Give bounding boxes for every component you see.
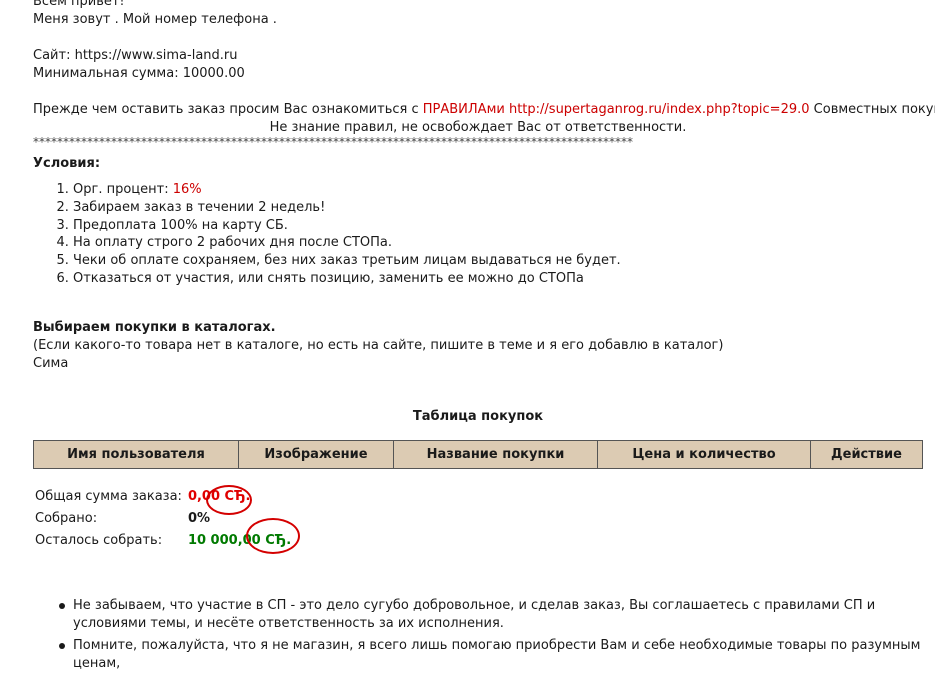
annotation-circle [206, 485, 252, 515]
post-content: Всем привет! Меня зовут . Мой номер теле… [33, 0, 935, 673]
order-total-label: Общая сумма заказа: [35, 489, 182, 505]
org-percent: 16% [172, 182, 202, 197]
note-item: Не забываем, что участие в СП - это дело… [59, 597, 923, 633]
greeting: Всем привет! [33, 0, 125, 9]
divider: ****************************************… [33, 137, 633, 147]
catalog-note: (Если какого-то товара нет в каталоге, н… [33, 337, 724, 353]
conditions-list: Орг. процент: 16% Забираем заказ в течен… [33, 181, 923, 288]
condition-item: Предоплата 100% на карту СБ. [73, 217, 923, 235]
col-username[interactable]: Имя пользователя [33, 439, 239, 469]
collected-label: Собрано: [35, 511, 98, 527]
condition-item: Чеки об оплате сохраняем, без них заказ … [73, 252, 923, 270]
col-price-qty[interactable]: Цена и количество [597, 439, 811, 469]
notes-list: Не забываем, что участие в СП - это дело… [33, 597, 923, 673]
table-header-row: Имя пользователя Изображение Название по… [33, 439, 923, 469]
table-title: Таблица покупок [412, 408, 544, 424]
condition-item: На оплату строго 2 рабочих дня после СТО… [73, 234, 923, 252]
min-sum: Минимальная сумма: 10000.00 [33, 66, 245, 81]
condition-item: Отказаться от участия, или снять позицию… [73, 270, 923, 288]
note-item: Помните, пожалуйста, что я не магазин, я… [59, 637, 923, 673]
rules-url-link[interactable]: http://supertaganrog.ru/index.php?topic=… [509, 102, 810, 117]
annotation-circle [246, 518, 300, 554]
rules-link[interactable]: ПРАВИЛАми [423, 102, 505, 117]
rules-prefix: Прежде чем оставить заказ просим Вас озн… [33, 102, 423, 117]
site-line: Сайт: https://www.sima-land.ru [33, 47, 923, 65]
remaining-label: Осталось собрать: [35, 533, 163, 549]
site-label: Сайт: [33, 48, 75, 63]
catalog-title: Выбираем покупки в каталогах. [33, 319, 276, 335]
name-phone: Меня зовут . Мой номер телефона . [33, 12, 277, 27]
col-name[interactable]: Название покупки [393, 439, 598, 469]
rules-warning: Не знание правил, не освобождает Вас от … [269, 120, 687, 135]
order-total-row: Общая сумма заказа: 0,00 СЂ. [35, 486, 297, 508]
col-action[interactable]: Действие [810, 439, 923, 469]
catalog-link-sima[interactable]: Сима [33, 356, 68, 371]
site-link[interactable]: https://www.sima-land.ru [75, 48, 238, 63]
col-image[interactable]: Изображение [238, 439, 394, 469]
purchases-table: Имя пользователя Изображение Название по… [33, 439, 923, 469]
condition-item: Орг. процент: 16% [73, 181, 923, 199]
conditions-title: Условия: [33, 156, 101, 171]
condition-item: Забираем заказ в течении 2 недель! [73, 199, 923, 217]
rules-notice: Прежде чем оставить заказ просим Вас озн… [33, 101, 935, 119]
rules-suffix: Совместных покупок. [813, 102, 935, 117]
